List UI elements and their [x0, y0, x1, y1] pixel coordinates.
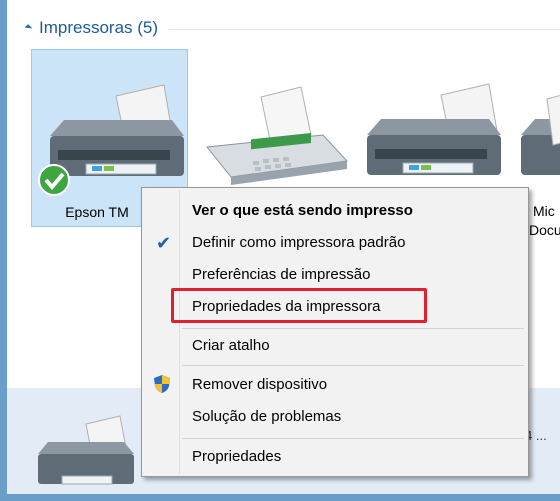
menu-separator: [182, 438, 524, 439]
device-label: Epson TM: [65, 204, 129, 220]
checkmark-icon: ✔: [156, 233, 172, 253]
menu-item-label: Propriedades: [192, 447, 282, 465]
printer-icon: [367, 83, 501, 175]
menu-item-label: Ver o que está sendo impresso: [192, 201, 413, 219]
collapse-arrow-icon[interactable]: [24, 24, 33, 32]
menu-item-troubleshoot[interactable]: Solução de problemas: [144, 401, 526, 431]
menu-item-printing-preferences[interactable]: Preferências de impressão: [144, 259, 526, 289]
context-menu: Ver o que está sendo impresso ✔ Definir …: [141, 187, 529, 477]
menu-item-set-default[interactable]: ✔ Definir como impressora padrão: [144, 227, 526, 257]
menu-item-remove-device[interactable]: Remover dispositivo: [144, 369, 526, 399]
printers-group-title: Impressoras (5): [39, 18, 159, 37]
menu-item-label: Criar atalho: [192, 336, 270, 354]
device-label: Mic: [533, 203, 555, 219]
menu-separator: [182, 365, 524, 366]
printer-icon: [521, 95, 560, 175]
menu-item-label: Preferências de impressão: [192, 265, 371, 283]
fax-icon: [206, 86, 349, 185]
device-label-line2: Docu: [529, 222, 560, 238]
shield-icon: [154, 375, 170, 393]
printers-group-header[interactable]: Impressoras (5): [14, 16, 560, 40]
group-divider: [168, 29, 560, 30]
menu-separator: [182, 328, 524, 329]
printer-icon[interactable]: [32, 410, 142, 490]
default-check-icon: [38, 164, 70, 196]
menu-item-properties[interactable]: Propriedades: [144, 441, 526, 471]
menu-item-label: Definir como impressora padrão: [192, 233, 406, 251]
menu-item-label: Solução de problemas: [192, 407, 342, 425]
menu-item-create-shortcut[interactable]: Criar atalho: [144, 330, 526, 360]
menu-item-see-printing[interactable]: Ver o que está sendo impresso: [144, 195, 526, 225]
menu-item-label: Remover dispositivo: [192, 375, 328, 393]
highlight-annotation: [171, 288, 427, 323]
